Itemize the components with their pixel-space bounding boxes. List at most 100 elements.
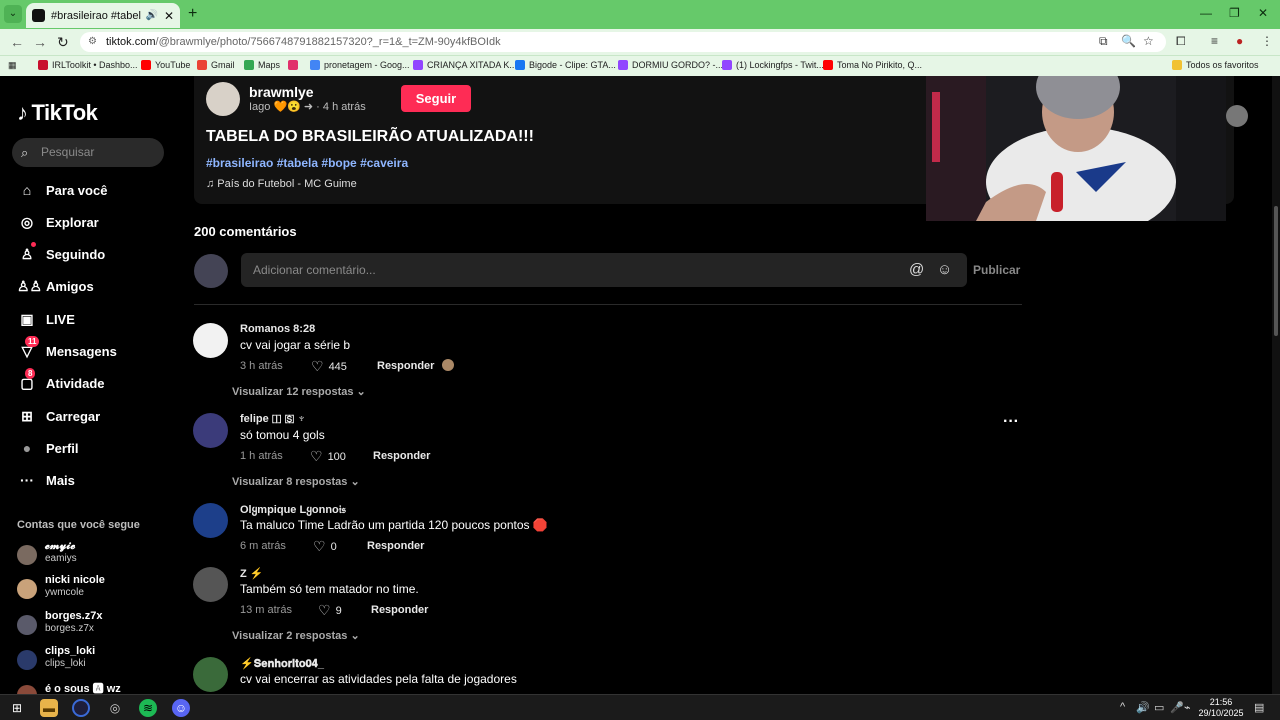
cast-icon[interactable]: ⧉	[1099, 34, 1108, 49]
user-avatar[interactable]	[1226, 105, 1248, 127]
nav-perfil[interactable]: ● Perfil	[17, 436, 177, 460]
nav-mensagens[interactable]: ▽ 11 Mensagens	[17, 335, 177, 363]
tab-search-button[interactable]: ⌄	[4, 5, 22, 23]
author-username[interactable]: brawmlye	[249, 84, 314, 100]
close-tab-icon[interactable]: ✕	[164, 9, 174, 23]
nav-atividade[interactable]: ▢ 8 Atividade	[17, 367, 177, 395]
back-icon[interactable]: ←	[10, 34, 24, 50]
follow-button[interactable]: Seguir	[401, 85, 471, 112]
spotify-icon[interactable]: ≋	[139, 699, 157, 717]
media-icon[interactable]: ≡	[1211, 34, 1218, 48]
forward-icon[interactable]: →	[33, 34, 47, 50]
extensions-icon[interactable]: ⧠	[1176, 34, 1186, 49]
file-explorer-icon[interactable]: ▬	[40, 699, 58, 717]
comment-user[interactable]: Romanos 8:28	[240, 323, 315, 335]
notifications-icon[interactable]: ▤	[1254, 701, 1264, 714]
bookmark-item[interactable]: IRLToolkit • Dashbo...	[38, 60, 138, 70]
profile-icon[interactable]: ●	[1236, 34, 1243, 48]
bookmark-item[interactable]: Gmail	[197, 60, 235, 70]
comment-user[interactable]: Z ⚡	[240, 567, 263, 580]
like-button[interactable]: ♡ 0	[313, 538, 337, 555]
discord-icon[interactable]: ☺	[172, 699, 190, 717]
author-avatar[interactable]	[206, 82, 240, 116]
battery-icon[interactable]: ▭	[1154, 701, 1164, 714]
comment-user[interactable]: Olყmpique Lყonno𝔦𝔰	[240, 503, 346, 517]
comment-avatar[interactable]	[193, 323, 228, 358]
comment-user[interactable]: ⚡𝐒𝐞𝐧𝐡𝐨𝐫𝐢𝐭𝐨𝟎𝟒_	[240, 657, 324, 671]
zoom-icon[interactable]: 🔍	[1121, 34, 1136, 48]
reload-icon[interactable]: ↻	[57, 34, 69, 51]
following-account[interactable]: clips_loki clips_loki	[17, 645, 177, 675]
comment-avatar[interactable]	[193, 657, 228, 692]
search-input[interactable]: ⌕ Pesquisar	[12, 138, 164, 167]
nav-amigos[interactable]: ♙♙ Amigos	[17, 274, 177, 298]
apps-icon[interactable]: ▦	[8, 60, 17, 71]
tiktok-logo[interactable]: ♪ TikTok	[17, 100, 98, 126]
bookmark-item[interactable]: (1) Lockingfps - Twit...	[722, 60, 824, 70]
publish-button[interactable]: Publicar	[973, 263, 1020, 277]
comment-user[interactable]: felipe 🇮 🇸 ♆	[240, 413, 306, 426]
reply-button[interactable]: Responder	[371, 604, 428, 616]
bookmark-item[interactable]	[288, 60, 302, 70]
obs-icon[interactable]: ◎	[106, 699, 124, 717]
post-music[interactable]: ♫ País do Futebol - MC Guime	[206, 178, 357, 190]
restore-icon[interactable]: ❐	[1229, 6, 1240, 20]
speaker-icon[interactable]: 🔊	[145, 10, 157, 21]
post-hashtags[interactable]: #brasileirao #tabela #bope #caveira	[206, 156, 408, 170]
bookmark-item[interactable]: CRIANÇA XITADA K...	[413, 60, 517, 70]
nav-carregar[interactable]: ⊞ Carregar	[17, 404, 177, 428]
network-icon[interactable]: ⌁	[1184, 701, 1191, 714]
like-button[interactable]: ♡ 445	[311, 358, 347, 375]
bookmark-item[interactable]: Toma No Pirikito, Q...	[823, 60, 922, 70]
mic-icon[interactable]: 🎤	[1170, 701, 1184, 714]
minimize-icon[interactable]: —	[1200, 6, 1212, 20]
comment-avatar[interactable]	[193, 503, 228, 538]
following-account[interactable]: nicki nicole ywmcole	[17, 574, 177, 604]
speaker-tray-icon[interactable]: 🔊	[1136, 701, 1150, 714]
menu-icon[interactable]: ⋮	[1261, 34, 1273, 48]
reply-button[interactable]: Responder	[373, 450, 430, 462]
bookmark-item[interactable]: YouTube	[141, 60, 190, 70]
site-info-icon[interactable]: ⚙	[88, 32, 97, 52]
emoji-icon[interactable]: ☺	[937, 261, 952, 278]
bookmark-item[interactable]: Todos os favoritos	[1172, 60, 1259, 70]
view-replies-button[interactable]: Visualizar 2 respostas ⌄	[232, 629, 360, 642]
nav-para-voce[interactable]: ⌂ Para você	[17, 178, 177, 202]
windows-start-icon[interactable]: ⊞	[8, 699, 26, 717]
comment-text: Também só tem matador no time.	[240, 582, 419, 596]
mention-icon[interactable]: @	[909, 261, 924, 278]
comment-avatar[interactable]	[193, 567, 228, 602]
view-replies-button[interactable]: Visualizar 8 respostas ⌄	[232, 475, 360, 488]
bookmark-item[interactable]: Bigode - Clipe: GTA...	[515, 60, 616, 70]
nav-mais[interactable]: ··· Mais	[17, 468, 177, 492]
comment-avatar[interactable]	[193, 413, 228, 448]
page-scrollbar[interactable]	[1272, 76, 1280, 694]
reply-button[interactable]: Responder	[377, 360, 434, 372]
nav-live[interactable]: ▣ LIVE	[17, 307, 177, 331]
system-clock[interactable]: 21:56 29/10/2025	[1196, 697, 1246, 719]
bookmark-item[interactable]: Maps	[244, 60, 280, 70]
bookmark-item[interactable]: DORMIU GORDO? -...	[618, 60, 723, 70]
more-options-icon[interactable]: ···	[1003, 413, 1019, 431]
nav-seguindo[interactable]: ♙ Seguindo	[17, 241, 177, 266]
new-tab-button[interactable]: +	[188, 5, 197, 23]
heart-icon: ♡	[310, 448, 323, 464]
following-account[interactable]: borges.z7x borges.z7x	[17, 610, 177, 640]
view-replies-button[interactable]: Visualizar 12 respostas ⌄	[232, 385, 366, 398]
tray-chevron-icon[interactable]: ^	[1120, 701, 1125, 713]
chevron-down-icon: ⌄	[350, 476, 360, 488]
chrome-icon[interactable]	[72, 699, 90, 717]
following-account[interactable]: 𝓮𝓶𝔂𝓲𝓮 eamiys	[17, 540, 177, 570]
bookmark-item[interactable]: pronetagem - Goog...	[310, 60, 410, 70]
url-field[interactable]: ⚙ tiktok.com/@brawmlye/photo/75667487918…	[80, 32, 1166, 52]
nav-explorar[interactable]: ◎ Explorar	[17, 210, 177, 234]
like-button[interactable]: ♡ 9	[318, 602, 342, 619]
bookmark-star-icon[interactable]: ☆	[1143, 34, 1154, 48]
like-button[interactable]: ♡ 100	[310, 448, 346, 465]
tab-tiktok[interactable]: #brasileirao #tabela #bope 🔊 ✕	[26, 3, 180, 28]
comment-input[interactable]: Adicionar comentário...	[241, 253, 967, 287]
reply-button[interactable]: Responder	[367, 540, 424, 552]
following-account[interactable]: é o sous 🅰 wz	[17, 680, 177, 694]
scrollbar-thumb[interactable]	[1274, 206, 1278, 336]
close-window-icon[interactable]: ✕	[1258, 6, 1268, 20]
